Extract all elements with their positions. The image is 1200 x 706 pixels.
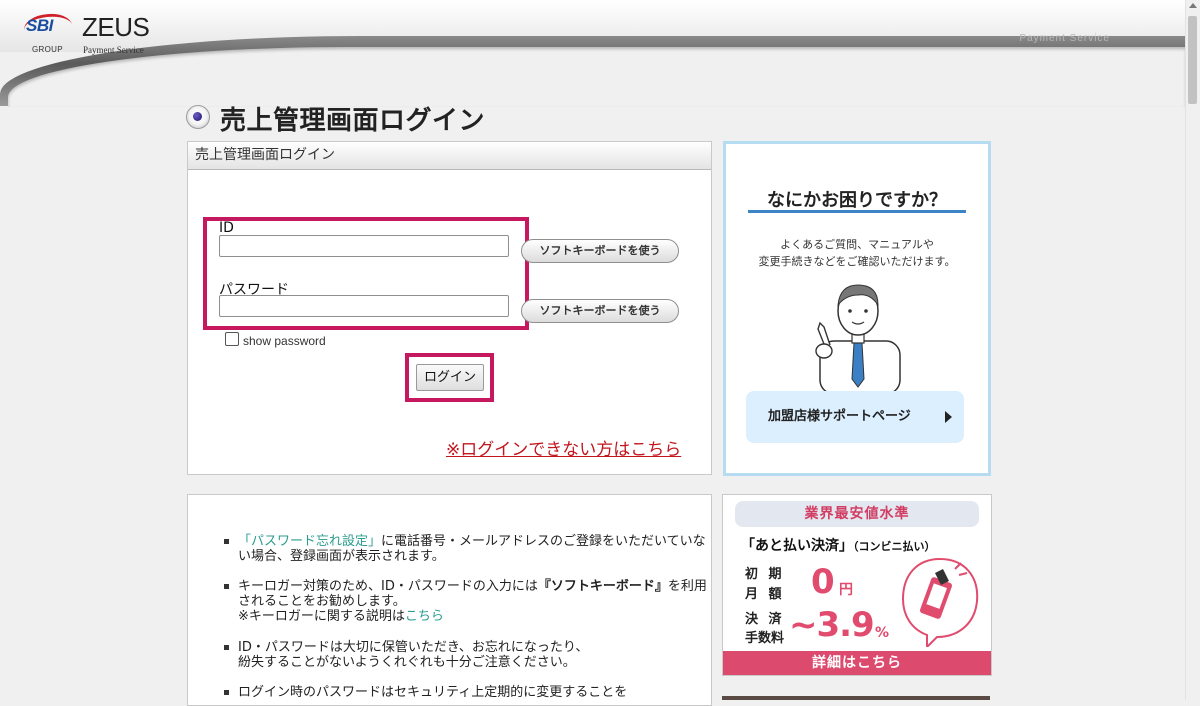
password-input[interactable]	[219, 295, 509, 317]
scrollbar-thumb[interactable]	[1188, 16, 1197, 104]
soft-keyboard-emphasis: 『ソフトキーボード』	[537, 579, 668, 594]
smartphone-payment-illustration-icon	[901, 557, 979, 647]
bullet-3	[224, 645, 229, 650]
login-button[interactable]: ログイン	[416, 364, 484, 391]
ad-percent-unit: %	[875, 625, 890, 641]
ad-label-initial: 初 期	[745, 567, 785, 582]
support-subtitle-line-2: 変更手続きなどをご確認いただけます。	[758, 255, 956, 268]
info-item-3: ID・パスワードは大切に保管いただき、お忘れになったり、 紛失することがないよう…	[238, 640, 708, 670]
ad-headline-main: 「あと払い決済」	[741, 538, 853, 554]
ad-lowest-price-badge: 業界最安値水準	[735, 501, 979, 527]
bullet-4	[224, 690, 229, 695]
keylogger-info-link[interactable]: こちら	[405, 609, 444, 624]
scroll-up-arrow-icon[interactable]	[1189, 3, 1197, 8]
header-tagline: Payment Service	[1019, 33, 1110, 44]
payment-service-text: Payment Service	[83, 45, 144, 55]
id-input[interactable]	[219, 235, 509, 257]
support-banner[interactable]: なにかお困りですか？ よくあるご質問、マニュアルや 変更手続きなどをご確認いただ…	[723, 141, 991, 476]
support-person-illustration-icon	[815, 284, 901, 394]
ad-label-settlement: 決 済	[745, 612, 785, 627]
sbi-group-text: GROUP	[32, 45, 63, 54]
show-password-checkbox[interactable]	[225, 332, 239, 346]
zeus-logo[interactable]: SBI GROUP ZEUS Payment Service	[22, 11, 156, 56]
show-password-label[interactable]: show password	[243, 334, 326, 348]
info-item-3-line-2: 紛失することがないようくれぐれも十分ご注意ください。	[238, 655, 576, 670]
bullet-1	[224, 539, 229, 544]
info-item-1: 「パスワード忘れ設定」に電話番号・メールアドレスのご登録をいただいていない場合、…	[238, 534, 708, 564]
support-banner-title: なにかお困りですか？	[767, 190, 947, 211]
ad-fee-zero: 0	[811, 562, 835, 602]
support-page-button-label: 加盟店様サポートページ	[768, 409, 911, 424]
ad-yen-unit: 円	[839, 582, 853, 598]
password-forgot-settings-link[interactable]: 「パスワード忘れ設定」	[238, 534, 381, 549]
deferred-payment-ad-banner[interactable]: 業界最安値水準 「あと払い決済」（コンビニ払い） 初 期 月 額 0 円 決 済…	[722, 494, 992, 676]
bullet-2	[224, 584, 229, 589]
info-item-2-text-a: キーロガー対策のため、ID・パスワードの入力には	[238, 579, 538, 594]
id-label: ID	[219, 220, 234, 236]
login-panel: 売上管理画面ログイン ID ソフトキーボードを使う パスワード ソフトキーボード…	[187, 141, 712, 475]
password-soft-keyboard-button[interactable]: ソフトキーボードを使う	[521, 299, 679, 323]
support-page-button[interactable]: 加盟店様サポートページ	[746, 391, 964, 443]
info-item-3-line-1: ID・パスワードは大切に保管いただき、お忘れになったり、	[238, 640, 589, 655]
ad-fee-rate: ~3.9	[789, 605, 875, 645]
ad-label-monthly: 月 額	[745, 587, 785, 602]
zeus-logo-text: ZEUS	[82, 12, 150, 42]
keylogger-note: ※キーロガーに関する説明は	[238, 609, 405, 624]
ad-headline: 「あと払い決済」（コンビニ払い）	[741, 535, 936, 555]
info-panel: 「パスワード忘れ設定」に電話番号・メールアドレスのご登録をいただいていない場合、…	[187, 494, 712, 706]
ad-label-fee: 手数料	[745, 631, 785, 646]
cant-login-link[interactable]: ※ログインできない方はこちら	[446, 435, 681, 460]
page-title: 売上管理画面ログイン	[220, 106, 486, 136]
arrow-right-icon	[945, 411, 952, 423]
login-panel-header: 売上管理画面ログイン	[188, 142, 711, 170]
support-banner-subtitle: よくあるご質問、マニュアルや 変更手続きなどをご確認いただけます。	[726, 236, 988, 270]
info-item-2: キーロガー対策のため、ID・パスワードの入力には『ソフトキーボード』を利用される…	[238, 579, 708, 624]
ad-details-button[interactable]: 詳細はこちら	[723, 651, 991, 675]
title-bullet-icon	[186, 105, 210, 129]
sbi-logo-text: SBI	[26, 16, 53, 35]
vertical-scrollbar[interactable]	[1185, 0, 1200, 700]
support-subtitle-line-1: よくあるご質問、マニュアルや	[780, 238, 934, 251]
id-soft-keyboard-button[interactable]: ソフトキーボードを使う	[521, 239, 679, 263]
site-header: Payment Service SBI GROUP ZEUS Payment S…	[0, 0, 1186, 107]
next-banner-edge	[722, 696, 990, 700]
info-item-4: ログイン時のパスワードはセキュリティ上定期的に変更することを	[238, 685, 628, 700]
support-banner-underline	[748, 210, 966, 213]
ad-headline-sub: （コンビニ払い）	[853, 540, 936, 553]
